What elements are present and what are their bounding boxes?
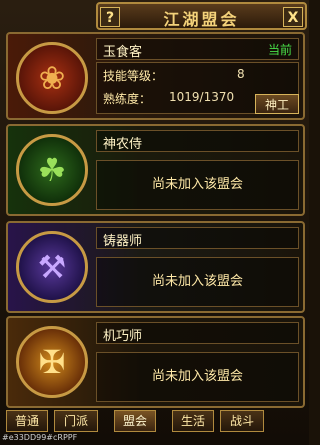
guild-window: ? 江湖盟会 X ❀ 玉食客 当前 技能等级： 8 熟练度： 1019/1370… (0, 0, 309, 445)
zhuqishi-emblem-icon: ⚒ (16, 231, 88, 303)
jiqiaoshi-emblem-icon: ✠ (16, 326, 88, 398)
tab-life[interactable]: 生活 (172, 410, 214, 432)
footer-code: #e33DD99#cRPPF (2, 433, 78, 442)
profession-name: 玉食客 (103, 45, 143, 60)
profession-panel-jiqiaoshi[interactable]: ✠ 机巧师 尚未加入该盟会 (6, 316, 305, 408)
profession-name: 铸器师 (103, 234, 143, 249)
profession-name: 机巧师 (103, 329, 143, 344)
join-status: 尚未加入该盟会 (96, 160, 299, 210)
window-title: 江湖盟会 (163, 10, 240, 29)
tab-combat[interactable]: 战斗 (220, 410, 264, 432)
profession-name-box: 铸器师 (96, 227, 299, 249)
profession-panel-zhuqishi[interactable]: ⚒ 铸器师 尚未加入该盟会 (6, 221, 305, 313)
profession-panel-shennongshi[interactable]: ☘ 神农侍 尚未加入该盟会 (6, 124, 305, 216)
profession-panel-yushike[interactable]: ❀ 玉食客 当前 技能等级： 8 熟练度： 1019/1370 神工 (6, 32, 305, 120)
shengong-button[interactable]: 神工 (255, 94, 299, 114)
close-button[interactable]: X (283, 7, 303, 27)
profession-name: 神农侍 (103, 137, 143, 152)
title-bar: ? 江湖盟会 X (96, 2, 307, 30)
tab-sect[interactable]: 门派 (54, 410, 98, 432)
yushike-emblem-icon: ❀ (16, 42, 88, 114)
join-status: 尚未加入该盟会 (96, 352, 299, 402)
current-badge: 当前 (267, 43, 292, 57)
profession-name-box: 神农侍 (96, 130, 299, 152)
proficiency-value: 1019/1370 (169, 90, 235, 104)
profession-name-box: 机巧师 (96, 322, 299, 344)
skill-level-label: 技能等级： (103, 69, 164, 83)
shennongshi-emblem-icon: ☘ (16, 134, 88, 206)
skill-level-value: 8 (237, 67, 245, 81)
tab-guild[interactable]: 盟会 (114, 410, 156, 432)
profession-name-box: 玉食客 当前 (96, 38, 299, 60)
proficiency-label: 熟练度： (103, 92, 152, 106)
join-status: 尚未加入该盟会 (96, 257, 299, 307)
tab-general[interactable]: 普通 (6, 410, 48, 432)
